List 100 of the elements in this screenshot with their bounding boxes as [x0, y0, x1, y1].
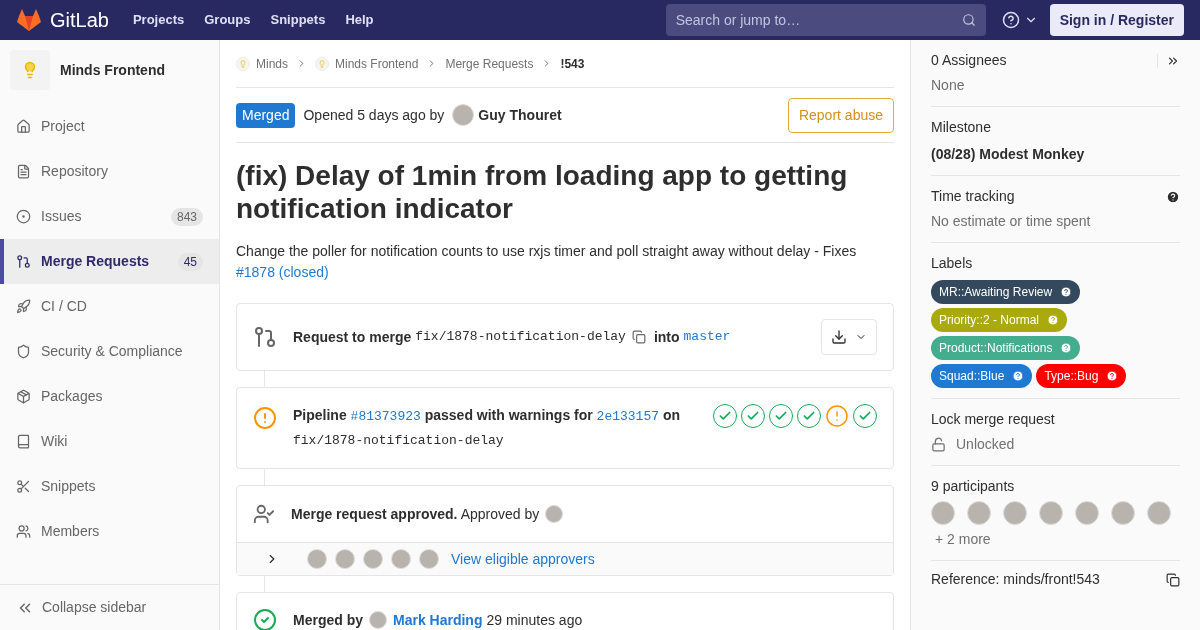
participant-avatar [967, 501, 991, 525]
copy-icon[interactable] [631, 330, 646, 344]
sidebar-item[interactable]: Issues 843 [0, 194, 219, 239]
into-label: into [653, 327, 680, 347]
sidebar-item[interactable]: Repository [0, 149, 219, 194]
description: Change the poller for notification counts to use rxjs timer and poll straight away without delay - Fixes #1878 (closed) [236, 242, 858, 282]
sidebar-item[interactable]: Wiki [0, 419, 219, 464]
merged-time: 29 minutes ago [486, 610, 583, 630]
reference-text: Reference: minds/front!543 [931, 570, 1101, 589]
nav-icon [16, 164, 31, 179]
group-avatar-icon [236, 56, 250, 71]
merge-request-icon [253, 325, 277, 349]
help-icon [1012, 370, 1025, 382]
label-tag[interactable]: Squad::Blue [931, 364, 1033, 388]
participant-avatar [931, 501, 955, 525]
nav-icon [16, 299, 31, 314]
fox-logo-icon [16, 8, 42, 32]
merge-request-title: (fix) Delay of 1min from loading app to getting notification indicator [236, 159, 849, 225]
label-tag[interactable]: MR::Awaiting Review [931, 280, 1081, 304]
avatar [363, 549, 383, 569]
nav-icon [16, 434, 31, 449]
help-icon[interactable] [1166, 189, 1180, 204]
sidebar-item[interactable]: CI / CD [0, 284, 219, 329]
approval-icon [253, 503, 275, 525]
label-tag[interactable]: Type::Bug [1036, 364, 1127, 388]
merger-link[interactable]: Mark Harding [393, 609, 483, 630]
more-participants-link[interactable]: + 2 more [935, 529, 1180, 550]
time-tracking-title: Time tracking [931, 187, 1016, 206]
breadcrumb-link[interactable]: !543 [560, 54, 585, 73]
participant-avatar [1003, 501, 1027, 525]
nav-icon [16, 254, 31, 269]
count-badge: 843 [170, 207, 203, 226]
approval-status-text: Merge request approved. Approved by [291, 504, 540, 524]
help-icon [1060, 286, 1073, 298]
time-tracking-value: No estimate or time spent [931, 212, 1092, 231]
merged-status-icon [253, 608, 277, 630]
search-icon [961, 13, 976, 27]
issue-link[interactable]: #1878 (closed) [236, 264, 329, 280]
source-branch: fix/1878-notification-delay [415, 328, 626, 347]
nav-icon [16, 479, 31, 494]
view-approvers-link[interactable]: View eligible approvers [451, 548, 595, 570]
lock-title: Lock merge request [931, 410, 1056, 429]
nav-icon [16, 524, 31, 539]
status-badge: Merged [236, 102, 296, 128]
sidebar-item[interactable]: Merge Requests 45 [0, 239, 219, 284]
nav-icon [16, 209, 31, 224]
breadcrumb-link[interactable]: Merge Requests [445, 54, 534, 73]
nav-icon [16, 389, 31, 404]
pipeline-link[interactable]: #81373923 [350, 409, 421, 424]
search-input[interactable]: Search or jump to… [675, 9, 962, 31]
nav-link[interactable]: Projects [132, 10, 185, 30]
participant-avatar [1111, 501, 1135, 525]
participant-avatar [1075, 501, 1099, 525]
warning-status-icon [253, 406, 277, 430]
collapse-sidebar-button[interactable]: Collapse sidebar [0, 584, 219, 630]
breadcrumb-link[interactable]: Minds [256, 54, 288, 73]
sign-in-button[interactable]: Sign in / Register [1049, 4, 1184, 36]
sidebar-item[interactable]: Project [0, 104, 219, 149]
participant-avatar [1147, 501, 1171, 525]
group-avatar-icon [315, 56, 329, 71]
labels-title: Labels [931, 254, 974, 273]
commit-link[interactable]: 2e133157 [596, 409, 660, 424]
nav-icon [16, 119, 31, 134]
logo-text[interactable]: GitLab [50, 5, 109, 35]
download-icon [831, 329, 847, 345]
merged-by-label: Merged by [293, 610, 363, 630]
author-link[interactable]: Guy Thouret [478, 104, 562, 126]
nav-link[interactable]: Groups [204, 10, 251, 30]
sidebar-item[interactable]: Packages [0, 374, 219, 419]
avatar [419, 549, 439, 569]
help-icon [1106, 370, 1119, 382]
nav-link[interactable]: Snippets [270, 10, 326, 30]
nav-icon [16, 344, 31, 359]
project-name[interactable]: Minds Frontend [60, 59, 165, 81]
avatar [391, 549, 411, 569]
avatar [369, 611, 387, 629]
participant-avatar [1039, 501, 1063, 525]
help-icon [1060, 342, 1073, 354]
participants-title: 9 participants [931, 477, 1016, 496]
milestone-value[interactable]: (08/28) Modest Monkey [931, 144, 1180, 165]
help-dropdown[interactable] [1001, 11, 1038, 29]
sidebar-item[interactable]: Members [0, 509, 219, 554]
target-branch-link[interactable]: master [683, 327, 731, 347]
download-dropdown[interactable] [821, 319, 877, 355]
lock-value: Unlocked [956, 435, 1015, 454]
search-field[interactable]: Search or jump to… [665, 4, 986, 36]
breadcrumb-link[interactable]: Minds Frontend [335, 54, 419, 73]
copy-icon[interactable] [1166, 572, 1180, 587]
project-avatar [10, 50, 50, 90]
nav-link[interactable]: Help [345, 10, 374, 30]
sidebar-item[interactable]: Security & Compliance [0, 329, 219, 374]
avatar [307, 549, 327, 569]
count-badge: 45 [177, 252, 203, 271]
assignees-value: None [931, 76, 966, 95]
sidebar-item[interactable]: Snippets [0, 464, 219, 509]
pipeline-status-text: Pipeline #81373923 passed with warnings for 2e133157 on fix/1878-notification-delay [293, 406, 682, 450]
opened-text: Opened 5 days ago by [303, 105, 445, 125]
help-icon [1047, 314, 1059, 326]
unlocked-icon [931, 437, 946, 452]
assignees-title: 0 Assignees [931, 51, 1008, 70]
